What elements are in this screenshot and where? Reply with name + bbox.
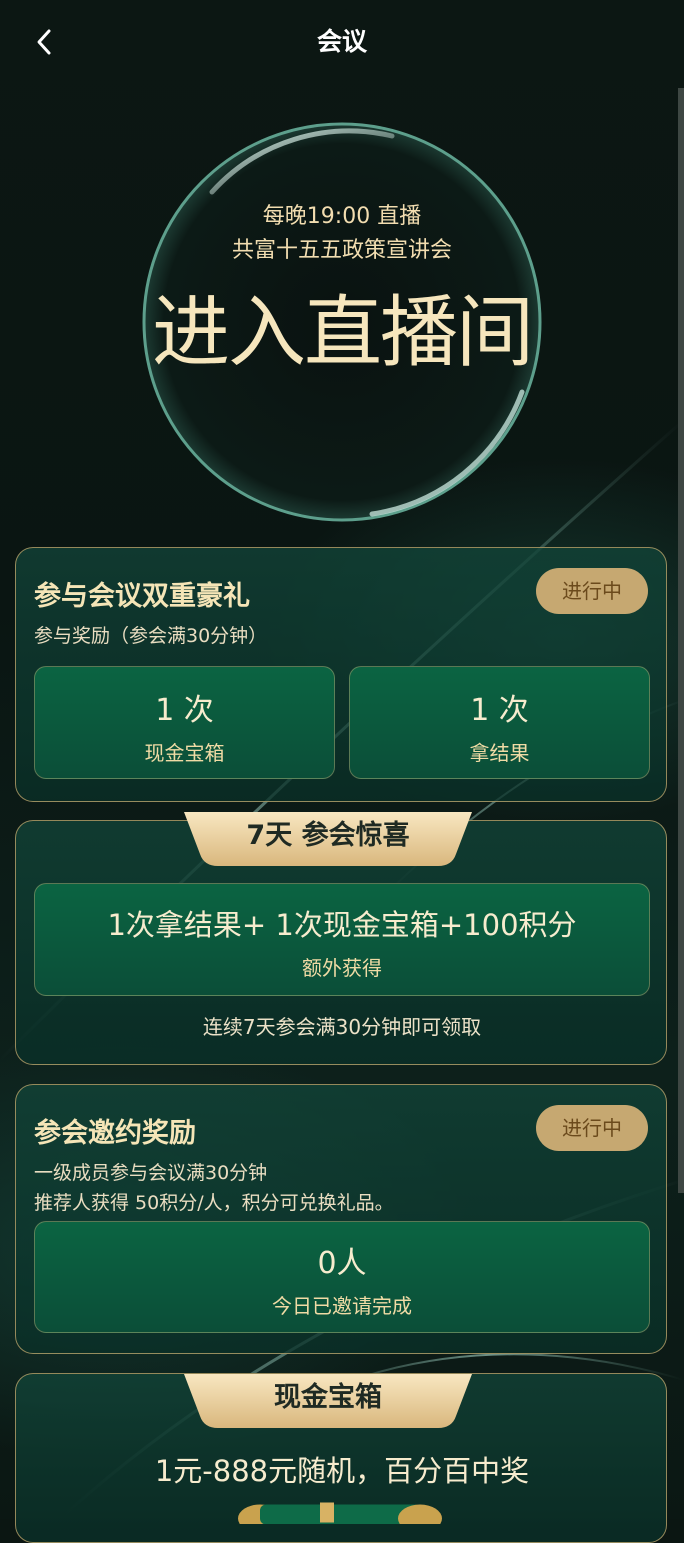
invite-count: 0人 bbox=[317, 1246, 367, 1281]
ribbon-title: 现金宝箱 bbox=[274, 1382, 382, 1413]
invite-desc-line1: 一级成员参与会议满30分钟 bbox=[34, 1162, 268, 1184]
card-title: 参与会议双重豪礼 bbox=[34, 581, 250, 612]
page-title: 会议 bbox=[316, 27, 367, 56]
invite-count-label: 今日已邀请完成 bbox=[272, 1294, 412, 1318]
reward-count: 1 次 bbox=[470, 693, 529, 728]
seven-day-ribbon: 7天 参会惊喜 bbox=[184, 810, 472, 868]
reward-count: 1 次 bbox=[155, 693, 214, 728]
card-title: 参会邀约奖励 bbox=[34, 1118, 196, 1149]
hero-enter-text: 进入直播间 bbox=[151, 288, 534, 378]
cash-box-desc: 1元-888元随机，百分百中奖 bbox=[154, 1454, 530, 1488]
reward-label: 现金宝箱 bbox=[144, 741, 225, 765]
cash-box-ribbon: 现金宝箱 bbox=[184, 1372, 472, 1430]
seven-day-note: 连续7天参会满30分钟即可领取 bbox=[202, 1015, 482, 1039]
enter-live-room-button[interactable]: 每晚19:00 直播 共富十五五政策宣讲会 进入直播间 bbox=[142, 122, 542, 522]
hero-event-title: 共富十五五政策宣讲会 bbox=[231, 238, 452, 263]
nav-header: 会议 bbox=[0, 0, 684, 86]
scrollbar[interactable] bbox=[678, 88, 684, 1193]
invite-desc-line2: 推荐人获得 50积分/人，积分可兑换礼品。 bbox=[34, 1192, 394, 1214]
invite-reward-card: 参会邀约奖励 进行中 一级成员参与会议满30分钟 推荐人获得 50积分/人，积分… bbox=[15, 1084, 667, 1354]
status-badge[interactable]: 进行中 bbox=[536, 568, 648, 614]
card-subtitle: 参与奖励（参会满30分钟） bbox=[34, 625, 268, 647]
reward-label: 拿结果 bbox=[469, 741, 530, 765]
treasure-chest-icon bbox=[238, 1502, 442, 1524]
hero-schedule-text: 每晚19:00 直播 bbox=[262, 204, 422, 229]
invite-count-box[interactable]: 0人 今日已邀请完成 bbox=[34, 1221, 650, 1333]
seven-day-reward-sub: 额外获得 bbox=[302, 956, 382, 980]
reward-cash-box[interactable]: 1 次 现金宝箱 bbox=[34, 666, 335, 779]
status-badge[interactable]: 进行中 bbox=[536, 1105, 648, 1151]
seven-day-reward-main: 1次拿结果+ 1次现金宝箱+100积分 bbox=[107, 908, 577, 942]
ribbon-title: 7天 参会惊喜 bbox=[246, 820, 410, 851]
double-gift-card: 参与会议双重豪礼 进行中 参与奖励（参会满30分钟） 1 次 现金宝箱 1 次 … bbox=[15, 547, 667, 802]
reward-result[interactable]: 1 次 拿结果 bbox=[349, 666, 650, 779]
seven-day-reward-box[interactable]: 1次拿结果+ 1次现金宝箱+100积分 额外获得 bbox=[34, 883, 650, 996]
